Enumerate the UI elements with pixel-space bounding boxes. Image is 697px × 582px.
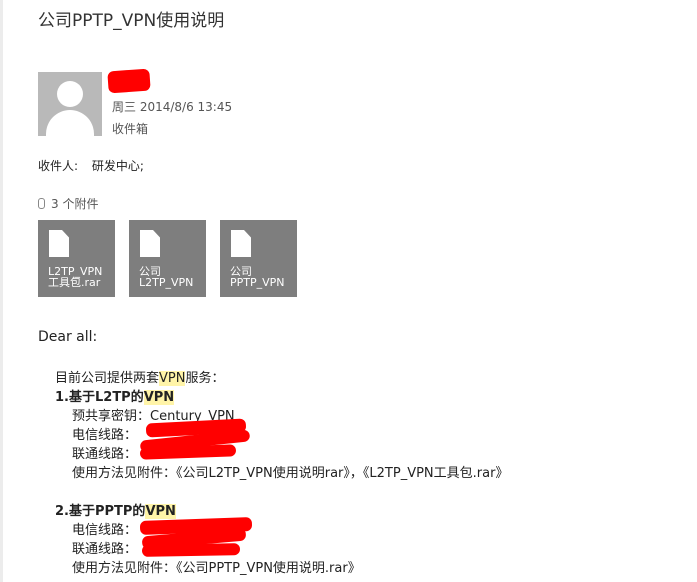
telecom-line: 电信线路： — [72, 523, 138, 538]
greeting: Dear all: — [38, 329, 98, 345]
recipient-line: 收件人: 研发中心; — [38, 157, 144, 174]
unicom-line: 联通线路： — [72, 542, 138, 557]
attachment-name: 工具包.rar — [48, 276, 101, 289]
recipient-value[interactable]: 研发中心; — [92, 157, 144, 174]
reading-pane-divider — [0, 0, 3, 582]
intro-line: 目前公司提供两套VPN服务： — [55, 371, 225, 386]
attachment-name: L2TP_VPN — [139, 276, 194, 289]
document-icon — [231, 230, 251, 257]
email-subject: 公司PPTP_VPN使用说明 — [38, 11, 225, 31]
email-date: 周三 2014/8/6 13:45 — [112, 100, 233, 114]
attachment-tile[interactable]: 公司 L2TP_VPN — [129, 220, 206, 297]
attachment-tile[interactable]: 公司 PPTP_VPN — [220, 220, 297, 297]
email-folder[interactable]: 收件箱 — [112, 120, 148, 137]
document-icon — [49, 230, 69, 257]
redacted-address — [141, 543, 241, 557]
usage-line: 使用方法见附件：《公司PPTP_VPN使用说明.rar》 — [72, 561, 361, 576]
paperclip-icon — [38, 198, 45, 209]
person-avatar-icon — [57, 81, 83, 107]
usage-line: 使用方法见附件：《公司L2TP_VPN使用说明rar》，《L2TP_VPN工具包… — [72, 466, 509, 481]
redacted-address — [139, 444, 237, 460]
redacted-sender-name — [107, 68, 151, 94]
section-1-title: 1.基于L2TP的VPN — [55, 390, 175, 405]
attachment-count: 3 个附件 — [38, 195, 98, 212]
attachment-name: PPTP_VPN — [230, 276, 285, 289]
unicom-line: 联通线路： — [72, 447, 138, 462]
telecom-line: 电信线路： — [72, 428, 138, 443]
section-2-title: 2.基于PPTP的VPN — [55, 504, 176, 519]
attachment-tile[interactable]: L2TP_VPN 工具包.rar — [38, 220, 115, 297]
recipient-label: 收件人: — [38, 159, 79, 173]
sender-avatar — [38, 72, 102, 136]
document-icon — [140, 230, 160, 257]
